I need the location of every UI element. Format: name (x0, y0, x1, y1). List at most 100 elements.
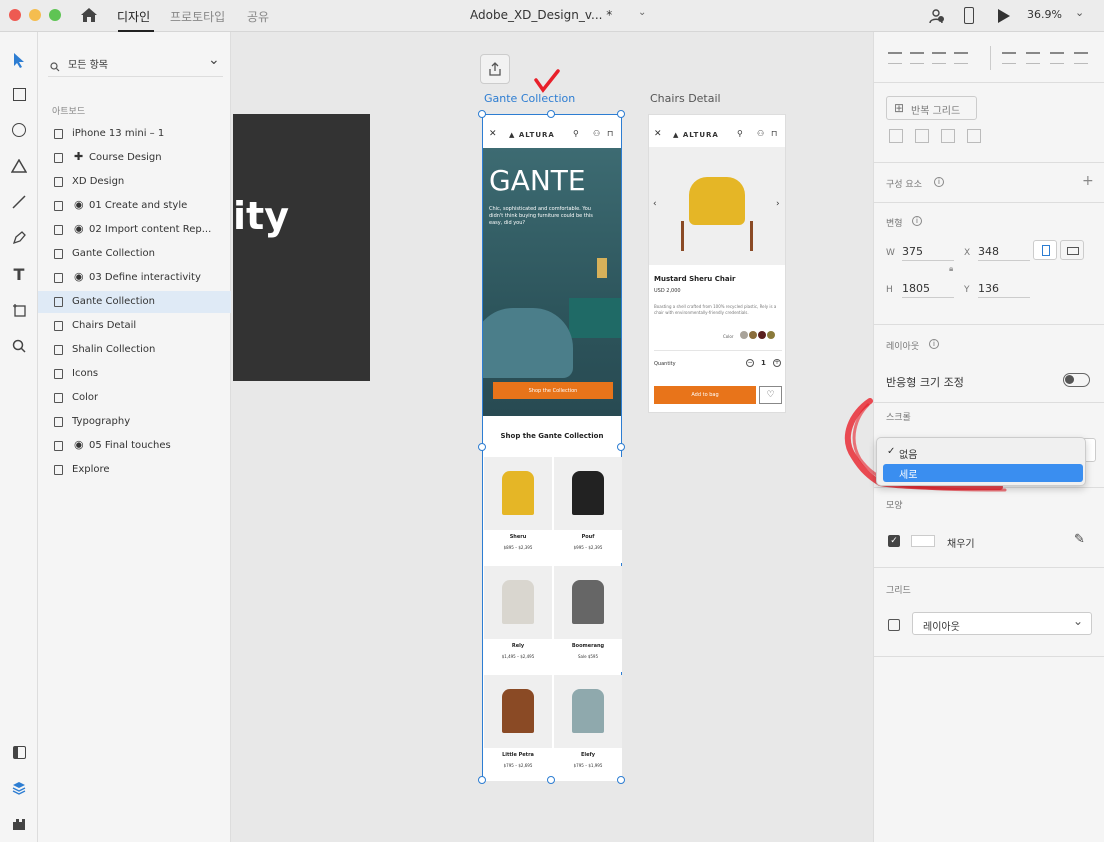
fill-checkbox[interactable]: ✓ (888, 535, 900, 547)
product-card[interactable]: Pouf $995 – $2,395 (554, 457, 622, 563)
resize-handle[interactable] (617, 443, 625, 451)
layer-item[interactable]: ◉ 02 Import content Rep... (38, 219, 231, 241)
align-middle-icon[interactable] (910, 52, 924, 64)
artboard-label-chairs[interactable]: Chairs Detail (650, 92, 721, 105)
product-card[interactable]: Little Petra $795 – $2,695 (484, 675, 552, 781)
align-right-icon[interactable] (1050, 52, 1064, 64)
grid-type-select[interactable]: 레이아웃 ⌄ (912, 612, 1092, 635)
tab-share[interactable]: 공유 (247, 8, 269, 25)
grid-checkbox[interactable] (888, 619, 900, 631)
tab-design[interactable]: 디자인 (117, 8, 150, 25)
dropdown-option-none[interactable]: ✓ 없음 (883, 444, 1083, 462)
gante-collection-artboard[interactable]: ✕ ▲ ALTURA ⚲ ⚇ ⊓ GANTE Chic, sophisticat… (482, 114, 622, 781)
layer-item[interactable]: Icons (38, 363, 231, 385)
artboard-tool-icon[interactable] (7, 298, 31, 322)
line-tool-icon[interactable] (7, 190, 31, 214)
align-left-icon[interactable] (1002, 52, 1016, 64)
exclude-icon[interactable] (967, 129, 981, 143)
layers-panel-icon[interactable] (7, 776, 31, 800)
close-icon[interactable]: ✕ (489, 129, 497, 139)
resize-handle[interactable] (478, 776, 486, 784)
lock-icon[interactable]: 🔒︎ (949, 264, 953, 274)
layer-item[interactable]: iPhone 13 mini – 1 (38, 123, 231, 145)
resize-handle[interactable] (478, 110, 486, 118)
document-title[interactable]: Adobe_XD_Design_v... * (470, 8, 612, 22)
info-icon[interactable]: i (934, 177, 944, 187)
product-card[interactable]: Sheru $895 – $2,395 (484, 457, 552, 563)
zoom-chevron-icon[interactable]: ⌄ (1075, 6, 1084, 19)
rectangle-tool-icon[interactable] (7, 82, 31, 106)
user-icon[interactable]: ⚇ (757, 129, 764, 138)
layer-item[interactable]: Chairs Detail (38, 315, 231, 337)
layer-item[interactable]: Gante Collection (38, 243, 231, 265)
add-to-bag-button[interactable]: Add to bag (654, 386, 756, 404)
bag-icon[interactable]: ⊓ (607, 129, 613, 138)
bag-icon[interactable]: ⊓ (771, 129, 777, 138)
home-icon[interactable] (80, 7, 98, 23)
info-icon[interactable]: i (912, 216, 922, 226)
align-bottom-icon[interactable] (932, 52, 946, 64)
product-card[interactable]: Boomerang Sale $595 (554, 566, 622, 672)
ellipse-tool-icon[interactable] (7, 118, 31, 142)
assets-panel-icon[interactable] (7, 740, 31, 764)
resize-handle[interactable] (547, 110, 555, 118)
product-card[interactable]: Elefy $795 – $1,995 (554, 675, 622, 781)
resize-handle[interactable] (478, 443, 486, 451)
repeat-grid-button[interactable]: ⊞ 반복 그리드 (886, 96, 977, 120)
fill-swatch[interactable] (911, 535, 935, 547)
layer-item[interactable]: Gante Collection (38, 291, 231, 313)
portrait-toggle[interactable] (1033, 240, 1057, 260)
add-shape-icon[interactable] (915, 129, 929, 143)
wishlist-button[interactable]: ♡ (759, 386, 782, 404)
color-swatch[interactable] (758, 331, 766, 339)
quantity-value[interactable]: 1 (761, 359, 766, 367)
height-field[interactable]: 1805 (902, 282, 954, 298)
search-icon[interactable]: ⚲ (737, 129, 743, 138)
polygon-tool-icon[interactable] (7, 154, 31, 178)
align-top-icon[interactable] (888, 52, 902, 64)
layer-item[interactable]: Color (38, 387, 231, 409)
x-field[interactable]: 348 (978, 245, 1030, 261)
width-field[interactable]: 375 (902, 245, 954, 261)
distribute-vertical-icon[interactable] (954, 52, 968, 64)
resize-handle[interactable] (617, 776, 625, 784)
zoom-window-button[interactable] (49, 9, 61, 21)
layer-item[interactable]: ◉ 03 Define interactivity (38, 267, 231, 289)
close-icon[interactable]: ✕ (654, 129, 662, 139)
dark-artboard[interactable]: ity (233, 114, 370, 381)
artboard-label-gante[interactable]: Gante Collection (484, 92, 575, 105)
chevron-left-icon[interactable]: ‹ (653, 199, 657, 209)
design-canvas[interactable]: ity Gante Collection Chairs Detail ✕ ▲ A… (231, 32, 873, 842)
shop-collection-button[interactable]: Shop the Collection (493, 382, 613, 399)
pen-tool-icon[interactable] (7, 226, 31, 250)
user-add-icon[interactable] (929, 8, 945, 24)
layer-item[interactable]: Typography (38, 411, 231, 433)
color-swatch[interactable] (749, 331, 757, 339)
tab-prototype[interactable]: 프로토타입 (170, 8, 225, 25)
plugins-panel-icon[interactable] (7, 812, 31, 836)
subtract-icon[interactable] (889, 129, 903, 143)
select-tool-icon[interactable] (7, 48, 31, 72)
eyedropper-icon[interactable]: ✎ (1074, 532, 1085, 547)
chevron-down-icon[interactable]: ⌄ (638, 7, 646, 18)
distribute-horizontal-icon[interactable] (1074, 52, 1088, 64)
layer-item[interactable]: ◉ 01 Create and style (38, 195, 231, 217)
plus-icon[interactable]: + (773, 359, 781, 367)
minus-icon[interactable]: − (746, 359, 754, 367)
resize-handle[interactable] (547, 776, 555, 784)
chairs-detail-artboard[interactable]: ✕ ▲ ALTURA ⚲ ⚇ ⊓ ‹ › Mustard Sheru Chair… (648, 114, 786, 413)
chevron-right-icon[interactable]: › (776, 199, 780, 209)
chevron-down-icon[interactable]: ⌄ (208, 52, 220, 68)
info-icon[interactable]: i (929, 339, 939, 349)
layer-item[interactable]: Explore (38, 459, 231, 481)
responsive-resize-toggle[interactable] (1063, 373, 1090, 387)
dropdown-option-vertical[interactable]: 세로 (883, 464, 1083, 482)
layer-item[interactable]: ✚ Course Design (38, 147, 231, 169)
align-center-icon[interactable] (1026, 52, 1040, 64)
landscape-toggle[interactable] (1060, 240, 1084, 260)
minimize-window-button[interactable] (29, 9, 41, 21)
zoom-level[interactable]: 36.9% (1027, 8, 1062, 21)
color-swatch[interactable] (767, 331, 775, 339)
search-icon[interactable]: ⚲ (573, 129, 579, 138)
zoom-tool-icon[interactable] (7, 334, 31, 358)
